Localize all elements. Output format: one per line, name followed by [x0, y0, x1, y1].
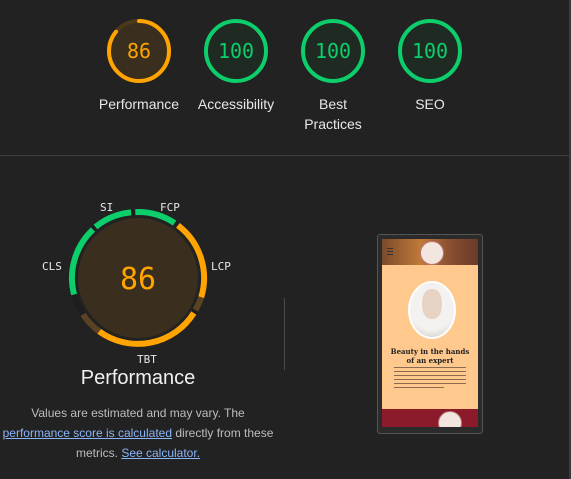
site-logo [420, 241, 444, 265]
score-calculated-link[interactable]: performance score is calculated [3, 426, 172, 440]
seo-gauge[interactable]: 100 SEO [375, 18, 485, 114]
body-text-line [394, 387, 444, 388]
best-practices-gauge-ring: 100 [301, 19, 365, 83]
seo-gauge-ring: 100 [398, 19, 462, 83]
body-text-line [394, 371, 466, 372]
hero-heading: Beauty in the hands of an expert [384, 347, 476, 365]
performance-label: Performance [98, 96, 180, 112]
best-practices-gauge[interactable]: 100 Best Practices [278, 18, 388, 134]
best-practices-label-line2: Practices [304, 116, 362, 132]
performance-gauge[interactable]: 86 Performance [84, 18, 194, 114]
hero-heading-line2: of an expert [406, 356, 454, 365]
screenshot-page: Beauty in the hands of an expert [382, 239, 478, 427]
hero-heading-line1: Beauty in the hands [390, 347, 470, 356]
performance-score: 86 [127, 39, 151, 63]
accessibility-score: 100 [218, 39, 254, 63]
accessibility-label: Accessibility [197, 96, 275, 112]
final-screenshot-thumbnail[interactable]: Beauty in the hands of an expert [377, 234, 483, 434]
best-practices-score: 100 [315, 39, 351, 63]
accessibility-gauge-ring: 100 [204, 19, 268, 83]
note-text-3: metrics. [75, 446, 122, 460]
best-practices-label-line1: Best [318, 96, 347, 112]
section-divider [0, 155, 569, 156]
accessibility-gauge[interactable]: 100 Accessibility [181, 18, 291, 114]
see-calculator-link[interactable]: See calculator. [121, 446, 200, 460]
performance-breakdown-score: 86 [120, 262, 156, 297]
performance-gauge-ring: 86 [107, 19, 171, 83]
site-footer [382, 409, 478, 427]
body-text-line [394, 383, 466, 384]
hamburger-menu-icon [387, 248, 393, 255]
metric-label-tbt: TBT [137, 353, 157, 366]
metric-label-si: SI [100, 201, 114, 214]
seo-score: 100 [412, 39, 448, 63]
performance-note: Values are estimated and may vary. The p… [0, 403, 276, 463]
note-text-1: Values are estimated and may vary. The [31, 406, 245, 420]
vertical-divider [284, 298, 285, 370]
seo-label: SEO [415, 96, 445, 112]
performance-title: Performance [80, 367, 196, 389]
body-text-line [394, 375, 466, 376]
best-practices-label: Best Practices [278, 94, 388, 134]
body-text-line [394, 379, 466, 380]
body-text-line [394, 367, 466, 368]
performance-breakdown-gauge: 86 SI FCP LCP CLS TBT [30, 195, 245, 375]
note-text-2: directly from these [172, 426, 274, 440]
category-scores: 86 Performance 100 Accessibility 100 Bes… [0, 0, 569, 155]
metric-label-cls: CLS [42, 260, 62, 273]
hero-portrait-image [408, 281, 456, 339]
performance-breakdown-ring: 86 [69, 209, 208, 347]
metric-label-lcp: LCP [211, 260, 231, 273]
metric-label-fcp: FCP [160, 201, 180, 214]
